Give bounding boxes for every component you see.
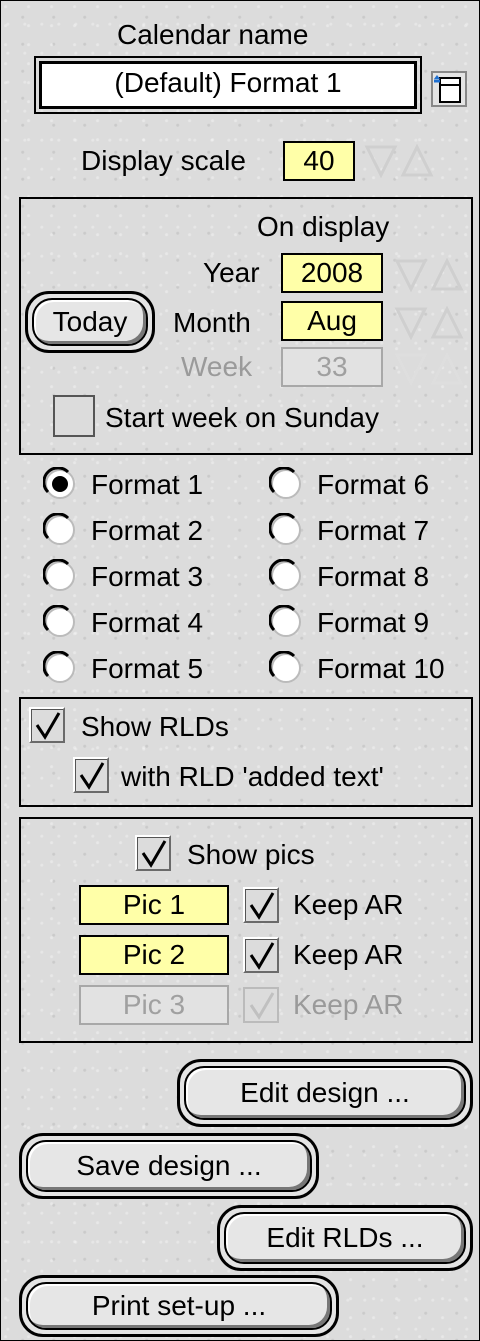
format-10-label: Format 10 bbox=[317, 653, 445, 684]
year-label: Year bbox=[203, 257, 260, 288]
print-setup-label: Print set-up ... bbox=[91, 1290, 267, 1321]
display-scale-label: Display scale bbox=[81, 145, 246, 176]
rld-added-text-checkbox[interactable] bbox=[73, 757, 109, 793]
year-field[interactable]: 2008 bbox=[281, 253, 383, 293]
year-stepper[interactable] bbox=[393, 257, 473, 293]
radio-format-4[interactable] bbox=[43, 605, 77, 639]
rld-added-text-label: with RLD 'added text' bbox=[121, 761, 384, 792]
month-field[interactable]: Aug bbox=[281, 301, 383, 341]
today-button[interactable]: Today bbox=[25, 291, 155, 353]
start-week-sunday-label: Start week on Sunday bbox=[105, 402, 379, 433]
pic-2-keep-ar-label: Keep AR bbox=[293, 939, 404, 970]
display-scale-field[interactable]: 40 bbox=[283, 141, 355, 181]
week-label: Week bbox=[181, 351, 253, 382]
radio-format-5[interactable] bbox=[43, 651, 77, 685]
pic-3-keep-ar-checkbox bbox=[243, 987, 279, 1023]
radio-format-9[interactable] bbox=[269, 605, 303, 639]
edit-design-button[interactable]: Edit design ... bbox=[177, 1059, 473, 1127]
radio-format-1[interactable] bbox=[43, 467, 77, 501]
pic-3-field: Pic 3 bbox=[79, 985, 229, 1025]
month-label: Month bbox=[173, 307, 251, 338]
pic-1-keep-ar-checkbox[interactable] bbox=[243, 887, 279, 923]
save-design-button[interactable]: Save design ... bbox=[19, 1133, 319, 1199]
radio-format-10[interactable] bbox=[269, 651, 303, 685]
pic-2-field[interactable]: Pic 2 bbox=[79, 935, 229, 975]
format-6-label: Format 6 bbox=[317, 469, 430, 500]
radio-format-8[interactable] bbox=[269, 559, 303, 593]
format-9-label: Format 9 bbox=[317, 607, 430, 638]
week-stepper bbox=[393, 351, 473, 387]
radio-format-6[interactable] bbox=[269, 467, 303, 501]
pic-1-keep-ar-label: Keep AR bbox=[293, 889, 404, 920]
format-8-label: Format 8 bbox=[317, 561, 430, 592]
today-button-label: Today bbox=[52, 306, 128, 337]
radio-format-3[interactable] bbox=[43, 559, 77, 593]
week-field: 33 bbox=[281, 347, 383, 387]
show-pics-checkbox[interactable] bbox=[135, 835, 171, 871]
start-week-sunday-checkbox[interactable] bbox=[53, 395, 95, 437]
format-2-label: Format 2 bbox=[91, 515, 204, 546]
edit-rlds-button[interactable]: Edit RLDs ... bbox=[217, 1205, 473, 1271]
save-design-label: Save design ... bbox=[76, 1150, 262, 1181]
edit-rlds-label: Edit RLDs ... bbox=[266, 1222, 424, 1253]
calendar-settings-window: Calendar name (Default) Format 1 Display… bbox=[0, 0, 480, 1341]
format-5-label: Format 5 bbox=[91, 653, 204, 684]
edit-design-label: Edit design ... bbox=[240, 1077, 410, 1108]
pic-1-field[interactable]: Pic 1 bbox=[79, 885, 229, 925]
radio-format-2[interactable] bbox=[43, 513, 77, 547]
month-stepper[interactable] bbox=[393, 305, 473, 341]
calendar-name-label: Calendar name bbox=[117, 19, 309, 50]
radio-format-7[interactable] bbox=[269, 513, 303, 547]
show-rlds-checkbox[interactable] bbox=[29, 707, 65, 743]
pic-2-keep-ar-checkbox[interactable] bbox=[243, 937, 279, 973]
format-4-label: Format 4 bbox=[91, 607, 204, 638]
pic-3-keep-ar-label: Keep AR bbox=[293, 989, 404, 1020]
format-3-label: Format 3 bbox=[91, 561, 204, 592]
format-1-label: Format 1 bbox=[91, 469, 204, 500]
on-display-heading: On display bbox=[257, 211, 390, 242]
format-7-label: Format 7 bbox=[317, 515, 430, 546]
show-rlds-label: Show RLDs bbox=[81, 711, 229, 742]
display-scale-stepper[interactable] bbox=[363, 143, 443, 179]
print-setup-button[interactable]: Print set-up ... bbox=[19, 1275, 339, 1337]
show-pics-label: Show pics bbox=[187, 839, 315, 870]
calendar-name-field[interactable]: (Default) Format 1 bbox=[34, 56, 422, 114]
menu-popup-icon[interactable] bbox=[431, 71, 467, 107]
